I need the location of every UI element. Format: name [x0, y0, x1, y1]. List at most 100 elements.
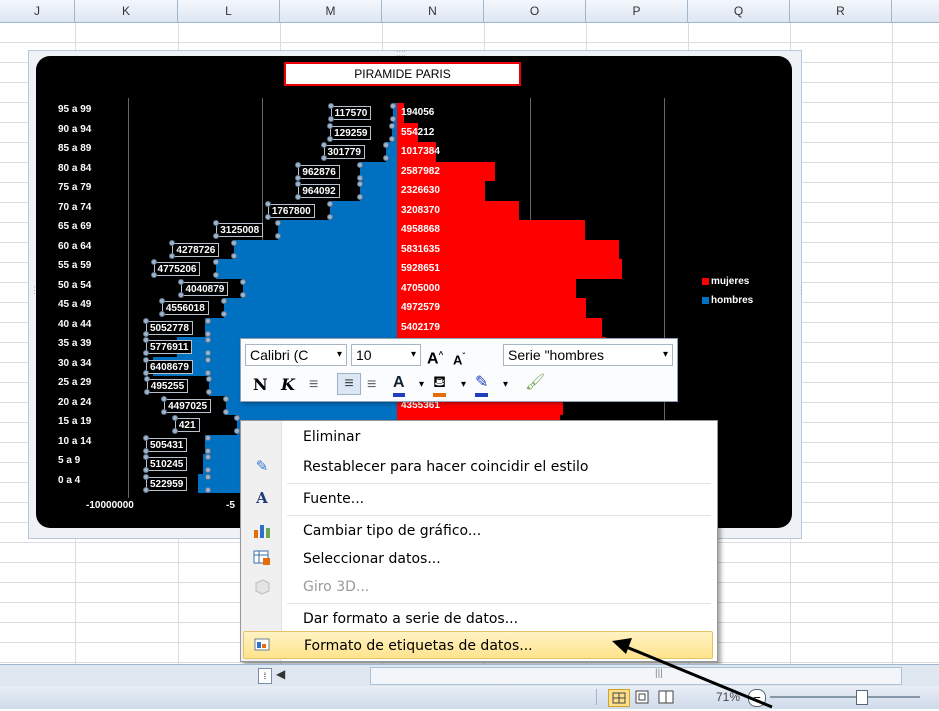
column-header-l[interactable]: L [178, 0, 280, 22]
selection-handle[interactable] [143, 317, 149, 324]
data-label-mujeres[interactable]: 4958868 [401, 223, 440, 237]
selection-handle[interactable] [320, 155, 327, 161]
font-size-box[interactable]: 10 ▾ [351, 344, 421, 366]
column-header-p[interactable]: P [586, 0, 688, 22]
menu-item-fuente[interactable]: A Fuente... [243, 485, 713, 513]
column-header-m[interactable]: M [280, 0, 382, 22]
selection-handle[interactable] [143, 486, 149, 493]
bar-hombres[interactable] [243, 278, 397, 298]
selection-handle[interactable] [143, 350, 149, 356]
data-label-hombres[interactable]: 1767800 [267, 203, 315, 218]
bold-icon[interactable]: N [253, 375, 268, 395]
data-label-hombres[interactable]: 495255 [146, 379, 189, 393]
menu-item-formato-etiquetas[interactable]: Formato de etiquetas de datos... [243, 631, 713, 659]
selection-handle[interactable] [205, 389, 212, 395]
selection-handle[interactable] [143, 473, 149, 480]
selection-handle[interactable] [220, 311, 227, 317]
bar-hombres[interactable] [278, 220, 397, 240]
column-header-o[interactable]: O [484, 0, 586, 22]
selection-handle[interactable] [169, 239, 176, 246]
selection-handle[interactable] [389, 103, 396, 109]
data-label-hombres[interactable]: 505431 [146, 437, 188, 452]
zoom-out-icon[interactable]: − [748, 689, 766, 707]
legend-item-mujeres[interactable]: mujeres [702, 276, 749, 287]
selection-handle[interactable] [161, 408, 168, 415]
selection-handle[interactable] [233, 415, 240, 421]
zoom-slider-thumb[interactable] [856, 690, 868, 705]
bar-hombres[interactable] [329, 200, 397, 220]
data-label-hombres[interactable]: 4556018 [161, 301, 209, 315]
selection-handle[interactable] [143, 356, 149, 363]
selection-handle[interactable] [171, 415, 178, 421]
selection-handle[interactable] [205, 317, 211, 324]
format-painter-icon[interactable]: 🖌 [525, 373, 545, 393]
selection-handle[interactable] [327, 135, 334, 142]
selection-handle[interactable] [264, 213, 271, 220]
menu-item-seleccionar-datos[interactable]: Seleccionar datos... [243, 545, 713, 573]
selection-handle[interactable] [295, 174, 302, 181]
selection-handle[interactable] [264, 200, 271, 207]
selection-handle[interactable] [205, 486, 211, 493]
bar-hombres[interactable] [360, 181, 397, 201]
column-header-k[interactable]: K [75, 0, 178, 22]
chevron-down-icon[interactable]: ▾ [503, 375, 508, 395]
chart-title[interactable]: PIRAMIDE PARIS [284, 62, 521, 86]
column-header-r[interactable]: R [790, 0, 892, 22]
data-label-mujeres[interactable]: 5928651 [401, 262, 440, 276]
data-label-mujeres[interactable]: 4705000 [401, 282, 440, 296]
selection-handle[interactable] [205, 447, 211, 454]
chevron-down-icon[interactable]: ▾ [461, 375, 466, 395]
page-layout-view-icon[interactable] [632, 689, 652, 705]
page-break-view-icon[interactable] [656, 689, 676, 705]
selection-handle[interactable] [389, 135, 396, 142]
data-label-mujeres[interactable]: 4972579 [401, 301, 440, 315]
selection-handle[interactable] [223, 408, 230, 415]
selection-handle[interactable] [389, 122, 396, 129]
selection-handle[interactable] [223, 395, 230, 402]
data-label-hombres[interactable]: 301779 [323, 145, 365, 159]
column-header-q[interactable]: Q [688, 0, 790, 22]
line-color-icon[interactable]: ✎ [475, 373, 489, 397]
selection-handle[interactable] [158, 311, 165, 317]
menu-item-formato-serie[interactable]: Dar formato a serie de datos... [243, 605, 713, 633]
data-label-hombres[interactable]: 129259 [330, 125, 372, 140]
selection-handle[interactable] [205, 434, 211, 441]
selection-handle[interactable] [205, 454, 211, 460]
selection-handle[interactable] [240, 278, 247, 285]
selection-handle[interactable] [320, 142, 327, 148]
data-label-hombres[interactable]: 962876 [298, 164, 340, 179]
selection-handle[interactable] [150, 259, 157, 265]
bar-hombres[interactable] [215, 259, 397, 279]
data-label-mujeres[interactable]: 3208370 [401, 204, 440, 218]
normal-view-icon[interactable] [608, 689, 630, 707]
data-label-hombres[interactable]: 5776911 [146, 340, 193, 354]
selection-handle[interactable] [357, 161, 364, 168]
data-label-hombres[interactable]: 4040879 [181, 281, 229, 296]
selection-handle[interactable] [161, 395, 168, 402]
data-label-mujeres[interactable]: 1017384 [401, 145, 440, 159]
data-label-mujeres[interactable]: 2587982 [401, 165, 440, 179]
selection-handle[interactable] [178, 291, 185, 298]
bar-hombres[interactable] [234, 239, 397, 259]
scroll-left-icon[interactable]: ◀ [276, 667, 285, 681]
data-label-hombres[interactable]: 510245 [146, 457, 188, 471]
selection-handle[interactable] [240, 291, 247, 298]
data-label-mujeres[interactable]: 5831635 [401, 243, 440, 257]
bar-hombres[interactable] [223, 298, 397, 318]
data-label-hombres[interactable]: 4278726 [172, 242, 220, 257]
menu-item-cambiar-tipo[interactable]: Cambiar tipo de gráfico... [243, 517, 713, 545]
zoom-slider-track[interactable] [770, 696, 920, 698]
horizontal-scrollbar-area[interactable]: ⁞ ◀ ||| [0, 664, 939, 687]
selection-handle[interactable] [231, 252, 238, 259]
selection-handle[interactable] [233, 428, 240, 434]
data-label-hombres[interactable]: 3125008 [216, 223, 264, 237]
selection-handle[interactable] [212, 259, 219, 265]
data-label-hombres[interactable]: 4497025 [164, 398, 212, 413]
selection-handle[interactable] [382, 155, 389, 161]
bar-hombres[interactable] [360, 161, 397, 181]
selection-handle[interactable] [220, 298, 227, 304]
legend-item-hombres[interactable]: hombres [702, 295, 753, 306]
selection-handle[interactable] [143, 467, 149, 473]
selection-handle[interactable] [205, 356, 211, 363]
menu-item-eliminar[interactable]: Eliminar [243, 423, 713, 451]
